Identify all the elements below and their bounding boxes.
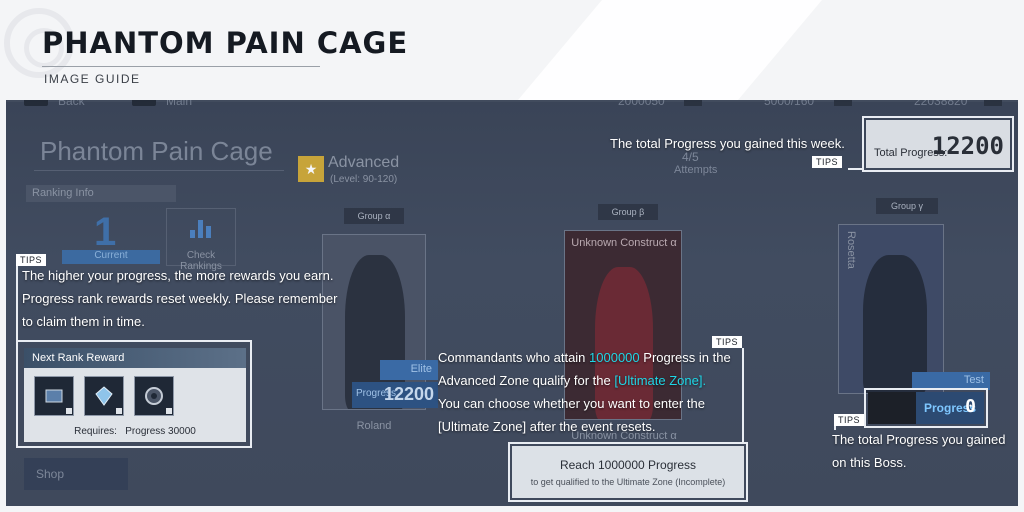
crystal-icon bbox=[95, 386, 113, 406]
guide-page: PHANTOM PAIN CAGE IMAGE GUIDE Back Main … bbox=[0, 0, 1024, 512]
total-progress-box: Total Progress: 12200 bbox=[866, 120, 1010, 168]
game-topbar: Back Main 2000050 5000/160 22038820 bbox=[6, 100, 1018, 110]
item-rarity-icon bbox=[116, 408, 122, 414]
group-gamma-tag: Group γ bbox=[876, 198, 938, 214]
add-currency-1-button[interactable] bbox=[684, 100, 702, 106]
boss-progress-box: Progress 0 bbox=[868, 392, 984, 424]
reach-progress-status: to get qualified to the Ultimate Zone (I… bbox=[530, 477, 726, 487]
item-rarity-icon bbox=[66, 408, 72, 414]
rank-number: 1 bbox=[94, 210, 117, 254]
back-button[interactable]: Back bbox=[58, 100, 85, 108]
tip-ultimate-text: Commandants who attain bbox=[438, 350, 590, 365]
main-button[interactable]: Main bbox=[166, 100, 192, 108]
reach-progress-title: Reach 1000000 Progress bbox=[559, 458, 697, 472]
reward-item-2[interactable] bbox=[84, 376, 124, 416]
chip-icon bbox=[45, 389, 63, 403]
esc-key-icon[interactable] bbox=[24, 100, 48, 106]
boss-name-alpha: Roland bbox=[356, 420, 392, 432]
next-rank-reward-panel: Next Rank Reward Requires: Progress 3000… bbox=[24, 348, 246, 442]
current-rank-label: Current bbox=[62, 250, 160, 264]
total-progress-value: 12200 bbox=[931, 132, 1004, 160]
tip-ultimate-accent: 1000000 bbox=[589, 350, 640, 365]
tips-label: TIPS bbox=[834, 414, 865, 426]
tip-ultimate-text: Progress in the bbox=[639, 350, 731, 365]
elite-tag: Elite bbox=[380, 360, 438, 380]
title-divider bbox=[42, 66, 320, 67]
requires-label: Requires: bbox=[74, 426, 117, 437]
gear-icon bbox=[145, 387, 163, 405]
reach-progress-panel: Reach 1000000 Progress to get qualified … bbox=[512, 446, 744, 498]
card-progress: Progress 12200 bbox=[352, 382, 438, 408]
item-rarity-icon bbox=[166, 408, 172, 414]
currency-1-value: 2000050 bbox=[618, 100, 665, 108]
stamina-value: 5000/160 bbox=[764, 100, 815, 108]
header-decoration bbox=[518, 0, 822, 100]
group-beta-tag: Group β bbox=[598, 204, 658, 220]
zone-level: (Level: 90-120) bbox=[330, 174, 398, 185]
boss-card-gamma-title: Rosetta bbox=[845, 231, 857, 269]
boss-card-gamma[interactable]: Rosetta bbox=[838, 224, 944, 394]
requires-value: Progress 30000 bbox=[125, 426, 196, 437]
next-rank-reward-title: Next Rank Reward bbox=[24, 348, 246, 368]
card-progress-value: 12200 bbox=[383, 384, 434, 404]
reward-items bbox=[34, 376, 174, 416]
home-key-icon[interactable] bbox=[132, 100, 156, 106]
connector-line bbox=[16, 266, 18, 346]
tip-ultimate-accent: [Ultimate Zone]. bbox=[614, 373, 707, 388]
game-title-divider bbox=[34, 170, 284, 171]
tip-ultimate-line-3: You can choose whether you want to enter… bbox=[438, 396, 705, 411]
boss-progress-value: 0 bbox=[965, 396, 976, 417]
tip-rank-line-1: The higher your progress, the more rewar… bbox=[22, 268, 334, 283]
shop-button[interactable]: Shop bbox=[24, 458, 128, 490]
bar-chart-icon bbox=[190, 220, 212, 238]
add-stamina-button[interactable] bbox=[834, 100, 852, 106]
currency-2-value: 22038820 bbox=[914, 100, 968, 108]
star-icon: ★ bbox=[298, 156, 324, 182]
reward-requirement: Requires: Progress 30000 bbox=[24, 426, 246, 437]
tip-boss-line-1: The total Progress you gained bbox=[832, 432, 1006, 447]
tip-ultimate-line-2: Advanced Zone qualify for the [Ultimate … bbox=[438, 369, 706, 392]
page-subtitle: IMAGE GUIDE bbox=[44, 72, 141, 86]
tip-ultimate-line-1: Commandants who attain 1000000 Progress … bbox=[438, 346, 731, 369]
game-title: Phantom Pain Cage bbox=[40, 136, 273, 166]
tips-label: TIPS bbox=[812, 156, 843, 168]
boss-portrait-thumb bbox=[868, 392, 916, 424]
zone-name: Advanced bbox=[328, 154, 400, 171]
ranking-info-header: Ranking Info bbox=[26, 185, 176, 202]
group-alpha-tag: Group α bbox=[344, 208, 404, 224]
tip-total-week-text: The total Progress you gained this week. bbox=[610, 136, 845, 151]
tip-rank-line-3: to claim them in time. bbox=[22, 314, 145, 329]
guide-header: PHANTOM PAIN CAGE IMAGE GUIDE bbox=[0, 0, 1024, 100]
tip-ultimate-line-4: [Ultimate Zone] after the event resets. bbox=[438, 419, 656, 434]
reward-item-3[interactable] bbox=[134, 376, 174, 416]
tip-ultimate-text: Advanced Zone qualify for the bbox=[438, 373, 615, 388]
add-currency-2-button[interactable] bbox=[984, 100, 1002, 106]
boss-card-beta-title: Unknown Construct α bbox=[571, 237, 677, 249]
tip-rank-line-2: Progress rank rewards reset weekly. Plea… bbox=[22, 291, 338, 306]
reward-item-1[interactable] bbox=[34, 376, 74, 416]
attempts-label: Attempts bbox=[674, 164, 718, 176]
tip-boss-line-2: on this Boss. bbox=[832, 455, 907, 470]
page-title: PHANTOM PAIN CAGE bbox=[42, 26, 409, 60]
connector-line bbox=[742, 348, 744, 442]
